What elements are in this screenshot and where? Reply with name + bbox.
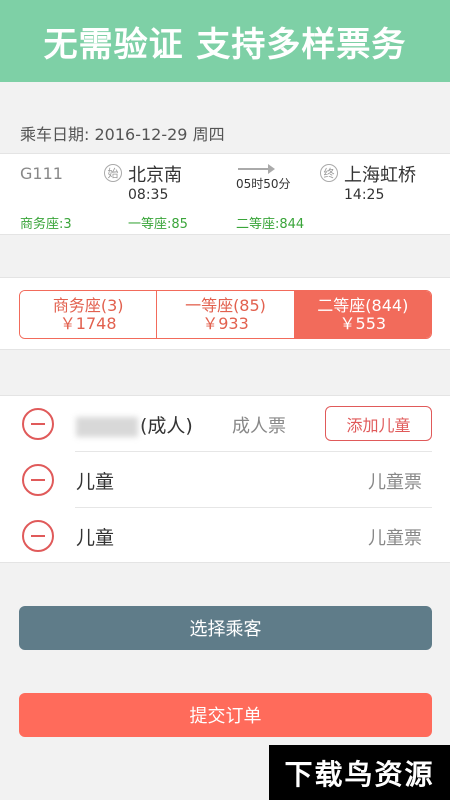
seat-tab-price: ￥933 [202, 313, 249, 333]
travel-date: 乘车日期: 2016-12-29 周四 [20, 121, 225, 145]
arrow-head-icon [268, 164, 275, 174]
remove-passenger-icon[interactable] [22, 408, 54, 440]
passenger-name: 儿童 [76, 471, 115, 493]
arrow-icon [238, 168, 272, 170]
seat-tab-second-class[interactable]: 二等座(844) ￥553 [294, 291, 431, 338]
redacted-name [76, 416, 138, 437]
availability-business: 商务座:3 [20, 217, 72, 232]
passenger-row-child: 儿童 儿童票 [0, 508, 450, 564]
seat-tab-price: ￥1748 [59, 313, 117, 333]
passenger-name: (成人) [76, 411, 193, 438]
add-child-button[interactable]: 添加儿童 [325, 406, 432, 441]
passenger-row-adult: (成人) 成人票 添加儿童 [0, 396, 450, 452]
submit-order-button[interactable]: 提交订单 [19, 693, 432, 737]
seat-tab-price: ￥553 [339, 313, 387, 333]
ticket-type: 儿童票 [368, 528, 422, 549]
passenger-list: (成人) 成人票 添加儿童 儿童 儿童票 儿童 儿童票 [0, 395, 450, 563]
train-number: G111 [20, 164, 63, 183]
ticket-type: 成人票 [232, 416, 286, 437]
ticket-type: 儿童票 [368, 472, 422, 493]
trip-duration: 05时50分 [236, 177, 291, 191]
depart-time: 08:35 [128, 187, 169, 203]
origin-badge-icon: 始 [104, 164, 122, 182]
remove-passenger-icon[interactable] [22, 464, 54, 496]
seat-tab-name: 一等座(85) [185, 295, 266, 315]
seat-tab-name: 二等座(844) [317, 295, 409, 315]
seat-tab-business[interactable]: 商务座(3) ￥1748 [20, 291, 158, 338]
train-info-card: G111 始 北京南 08:35 05时50分 终 上海虹桥 14:25 商务座… [0, 153, 450, 235]
seat-tab-name: 商务座(3) [52, 295, 124, 315]
promo-banner: 无需验证 支持多样票务 [0, 0, 450, 82]
passenger-category: (成人) [140, 415, 193, 437]
date-label: 乘车日期: [20, 125, 90, 144]
seat-tab-first-class[interactable]: 一等座(85) ￥933 [157, 291, 295, 338]
choose-passenger-button[interactable]: 选择乘客 [19, 606, 432, 650]
origin-station: 北京南 [128, 165, 182, 186]
passenger-row-child: 儿童 儿童票 [0, 452, 450, 508]
date-value: 2016-12-29 周四 [94, 125, 225, 144]
availability-first-class: 一等座:85 [128, 217, 188, 232]
remove-passenger-icon[interactable] [22, 520, 54, 552]
arrive-time: 14:25 [344, 187, 385, 203]
passenger-name: 儿童 [76, 527, 115, 549]
terminal-badge-icon: 终 [320, 164, 338, 182]
availability-second-class: 二等座:844 [236, 217, 305, 232]
destination-station: 上海虹桥 [344, 165, 416, 186]
watermark-logo: 下载鸟资源 [269, 745, 450, 800]
seat-class-panel: 商务座(3) ￥1748 一等座(85) ￥933 二等座(844) ￥553 [0, 277, 450, 350]
banner-title: 无需验证 支持多样票务 [43, 24, 407, 65]
seat-class-tabs: 商务座(3) ￥1748 一等座(85) ￥933 二等座(844) ￥553 [19, 290, 432, 339]
